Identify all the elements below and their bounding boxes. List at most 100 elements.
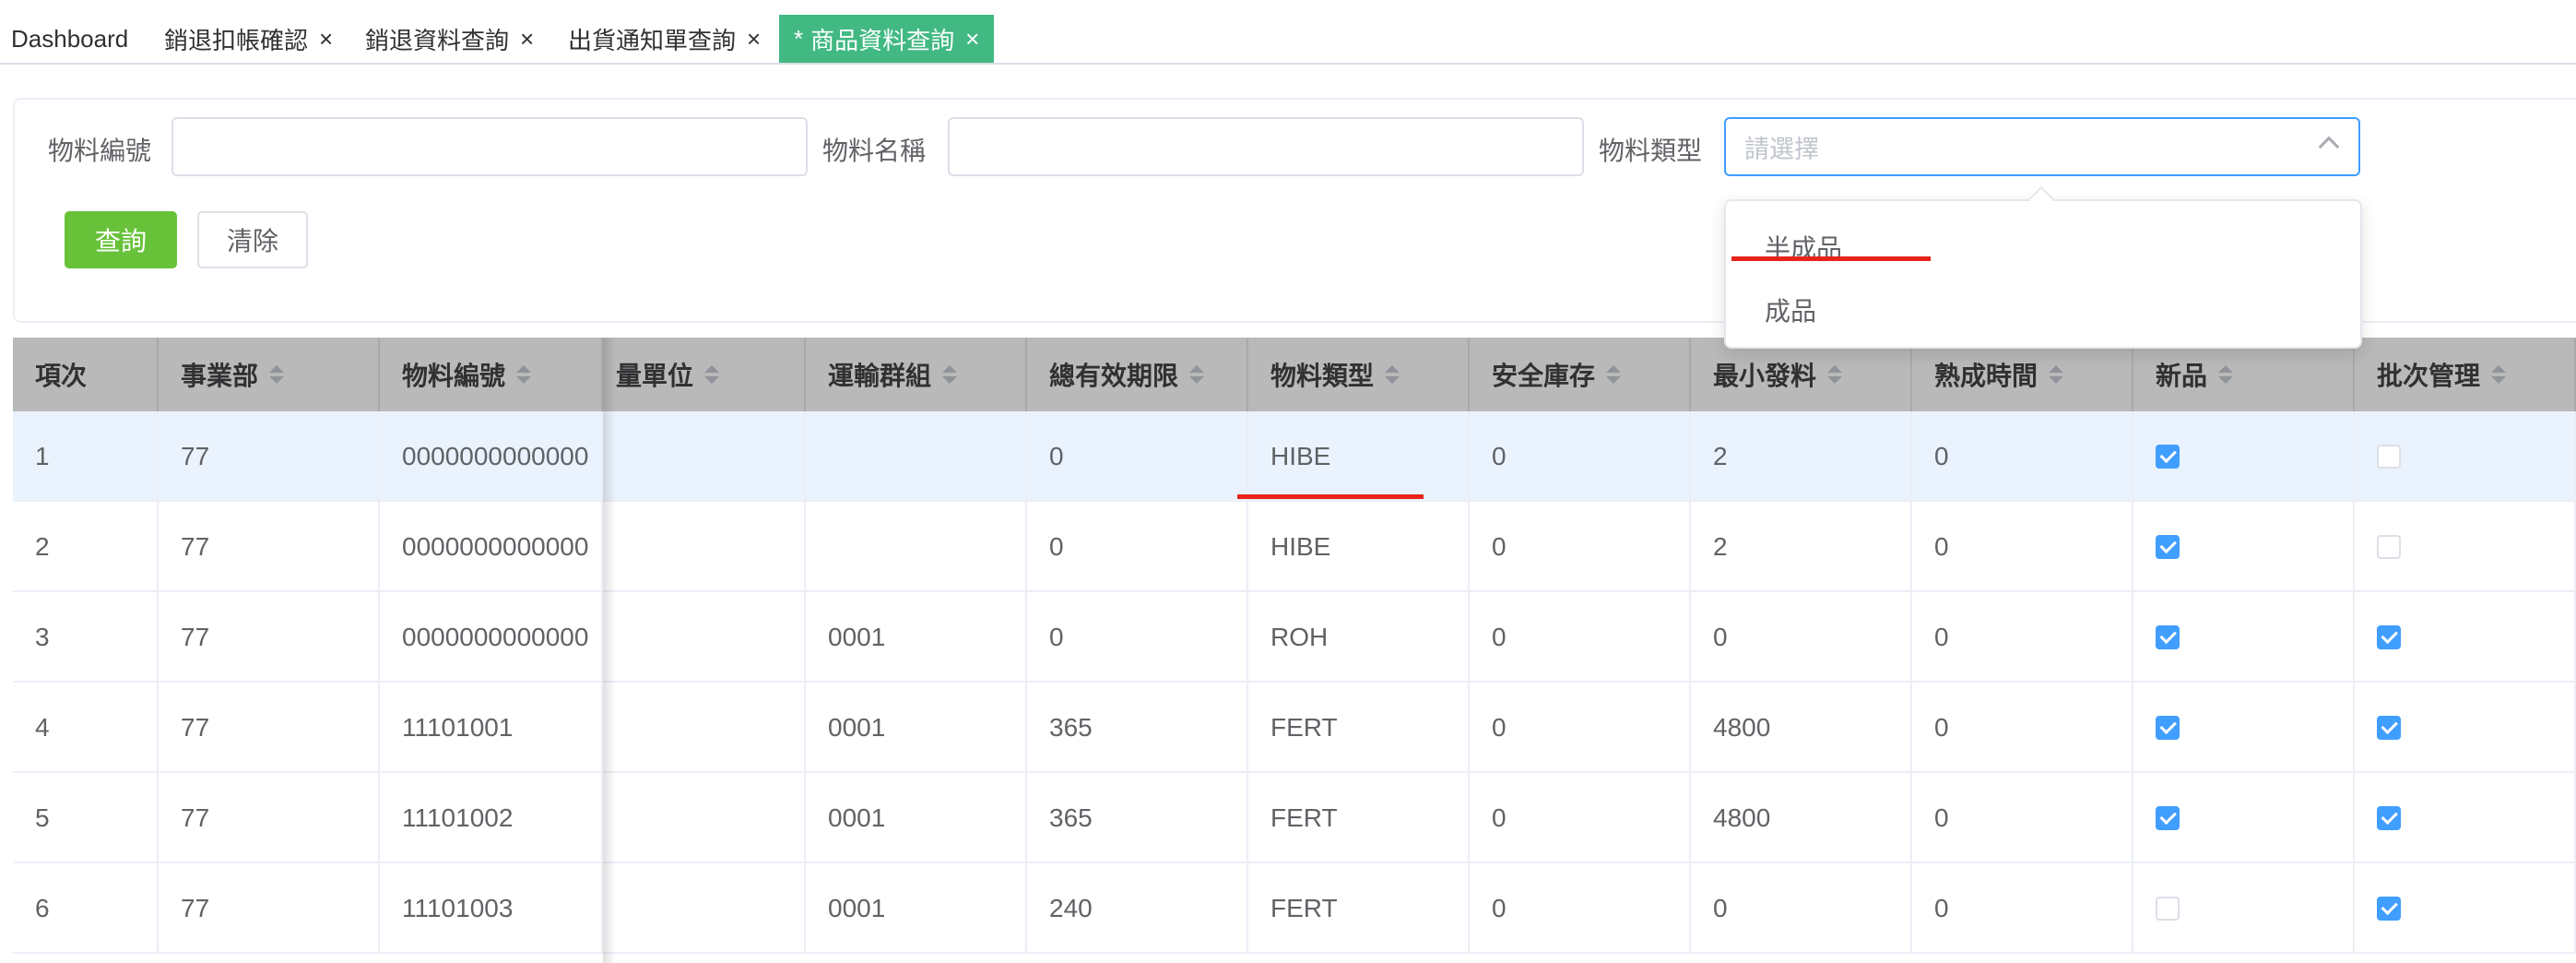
new-checkbox[interactable] <box>2156 625 2180 649</box>
sort-icon[interactable] <box>1189 365 1205 384</box>
sort-icon[interactable] <box>2218 365 2234 384</box>
column-header-dept[interactable]: 事業部 <box>159 338 380 411</box>
cell-material-no: 11101001 <box>380 683 603 773</box>
new-checkbox[interactable] <box>2156 716 2180 740</box>
cell-idx: 6 <box>13 863 159 954</box>
column-header-min-issue[interactable]: 最小發料 <box>1691 338 1912 411</box>
column-header-batch[interactable]: 批次管理 <box>2355 338 2576 411</box>
cell-dept: 77 <box>159 592 380 683</box>
tab-sales-return-query[interactable]: 銷退資料查詢 × <box>365 15 534 63</box>
cell-type: ROH <box>1248 592 1470 683</box>
cell-dept: 77 <box>159 863 380 954</box>
tab-label: 銷退扣帳確認 <box>164 26 309 54</box>
tab-label: 商品資料查詢 <box>810 26 955 54</box>
cell-aging: 0 <box>1912 592 2133 683</box>
cell-dept: 77 <box>159 683 380 773</box>
material-type-label: 物料類型 <box>1599 137 1703 165</box>
column-header-new[interactable]: 新品 <box>2133 338 2355 411</box>
modified-marker: * <box>794 24 804 53</box>
material-type-dropdown: 半成品 成品 <box>1724 185 2362 349</box>
column-header-material-type[interactable]: 物料類型 <box>1248 338 1470 411</box>
sort-icon[interactable] <box>942 365 958 384</box>
close-icon[interactable]: × <box>965 25 979 54</box>
batch-checkbox[interactable] <box>2377 897 2401 921</box>
close-icon[interactable]: × <box>319 25 333 54</box>
batch-checkbox[interactable] <box>2377 806 2401 830</box>
cell-transport <box>806 411 1027 502</box>
batch-checkbox[interactable] <box>2377 535 2401 559</box>
close-icon[interactable]: × <box>747 25 761 54</box>
table-row[interactable]: 2 77 0000000000000 0 HIBE 0 2 0 <box>13 502 2576 592</box>
cell-type: FERT <box>1248 683 1470 773</box>
cell-unit <box>603 592 806 683</box>
sort-icon[interactable] <box>1827 365 1843 384</box>
cell-unit <box>603 411 806 502</box>
material-no-input[interactable] <box>171 117 808 176</box>
column-header-transport-group[interactable]: 運輸群組 <box>806 338 1027 411</box>
cell-aging: 0 <box>1912 411 2133 502</box>
material-type-select[interactable]: 請選擇 <box>1724 117 2360 176</box>
cell-validity: 365 <box>1027 683 1248 773</box>
close-icon[interactable]: × <box>520 25 534 54</box>
table-row[interactable]: 3 77 0000000000000 0001 0 ROH 0 0 0 <box>13 592 2576 683</box>
cell-min-issue: 2 <box>1691 411 1912 502</box>
sort-icon[interactable] <box>1385 365 1400 384</box>
cell-min-issue: 4800 <box>1691 773 1912 863</box>
table-row[interactable]: 1 77 0000000000000 0 HIBE 0 2 0 <box>13 411 2576 502</box>
cell-min-issue: 0 <box>1691 863 1912 954</box>
product-table: 項次 事業部 物料編號 量單位 運輸群組 總有效期限 物料類型 安全庫存 最小發… <box>13 338 2576 963</box>
cell-type: HIBE <box>1248 411 1470 502</box>
annotation-underline <box>1731 256 1931 261</box>
tab-sales-return-deduction[interactable]: 銷退扣帳確認 × <box>164 15 333 63</box>
clear-button[interactable]: 清除 <box>197 211 308 268</box>
cell-safety: 0 <box>1470 502 1691 592</box>
batch-checkbox[interactable] <box>2377 445 2401 469</box>
tab-product-query[interactable]: * 商品資料查詢 × <box>779 15 995 63</box>
material-name-label: 物料名稱 <box>822 137 927 165</box>
cell-batch <box>2355 683 2576 773</box>
cell-batch <box>2355 411 2576 502</box>
cell-new <box>2133 411 2355 502</box>
table-header: 項次 事業部 物料編號 量單位 運輸群組 總有效期限 物料類型 安全庫存 最小發… <box>13 338 2576 411</box>
cell-new <box>2133 592 2355 683</box>
column-header-safety-stock[interactable]: 安全庫存 <box>1470 338 1691 411</box>
sort-icon[interactable] <box>269 365 285 384</box>
cell-material-no: 11101003 <box>380 863 603 954</box>
new-checkbox[interactable] <box>2156 806 2180 830</box>
query-button[interactable]: 查詢 <box>65 211 177 268</box>
cell-aging: 0 <box>1912 683 2133 773</box>
annotation-underline <box>1237 494 1424 499</box>
batch-checkbox[interactable] <box>2377 625 2401 649</box>
sort-icon[interactable] <box>516 365 532 384</box>
cell-safety: 0 <box>1470 592 1691 683</box>
table-row[interactable]: 6 77 11101003 0001 240 FERT 0 0 0 <box>13 863 2576 954</box>
cell-idx: 5 <box>13 773 159 863</box>
new-checkbox[interactable] <box>2156 535 2180 559</box>
new-checkbox[interactable] <box>2156 445 2180 469</box>
tab-dashboard[interactable]: Dashboard <box>11 15 128 63</box>
cell-idx: 4 <box>13 683 159 773</box>
new-checkbox[interactable] <box>2156 897 2180 921</box>
dropdown-option-finished[interactable]: 成品 <box>1765 291 1816 328</box>
table-row[interactable]: 5 77 11101002 0001 365 FERT 0 4800 0 <box>13 773 2576 863</box>
cell-batch <box>2355 773 2576 863</box>
tab-shipping-notice-query[interactable]: 出貨通知單查詢 × <box>568 15 761 63</box>
cell-material-no: 11101002 <box>380 773 603 863</box>
batch-checkbox[interactable] <box>2377 716 2401 740</box>
sort-icon[interactable] <box>2491 365 2507 384</box>
cell-aging: 0 <box>1912 773 2133 863</box>
column-header-unit[interactable]: 量單位 <box>603 338 806 411</box>
material-name-input[interactable] <box>948 117 1584 176</box>
cell-new <box>2133 502 2355 592</box>
cell-unit <box>603 863 806 954</box>
cell-material-no: 0000000000000 <box>380 592 603 683</box>
sort-icon[interactable] <box>2049 365 2064 384</box>
table-row[interactable]: 4 77 11101001 0001 365 FERT 0 4800 0 <box>13 683 2576 773</box>
cell-safety: 0 <box>1470 863 1691 954</box>
sort-icon[interactable] <box>1606 365 1622 384</box>
cell-safety: 0 <box>1470 683 1691 773</box>
column-header-validity[interactable]: 總有效期限 <box>1027 338 1248 411</box>
sort-icon[interactable] <box>704 365 720 384</box>
column-header-material-no[interactable]: 物料編號 <box>380 338 603 411</box>
column-header-aging-time[interactable]: 熟成時間 <box>1912 338 2133 411</box>
